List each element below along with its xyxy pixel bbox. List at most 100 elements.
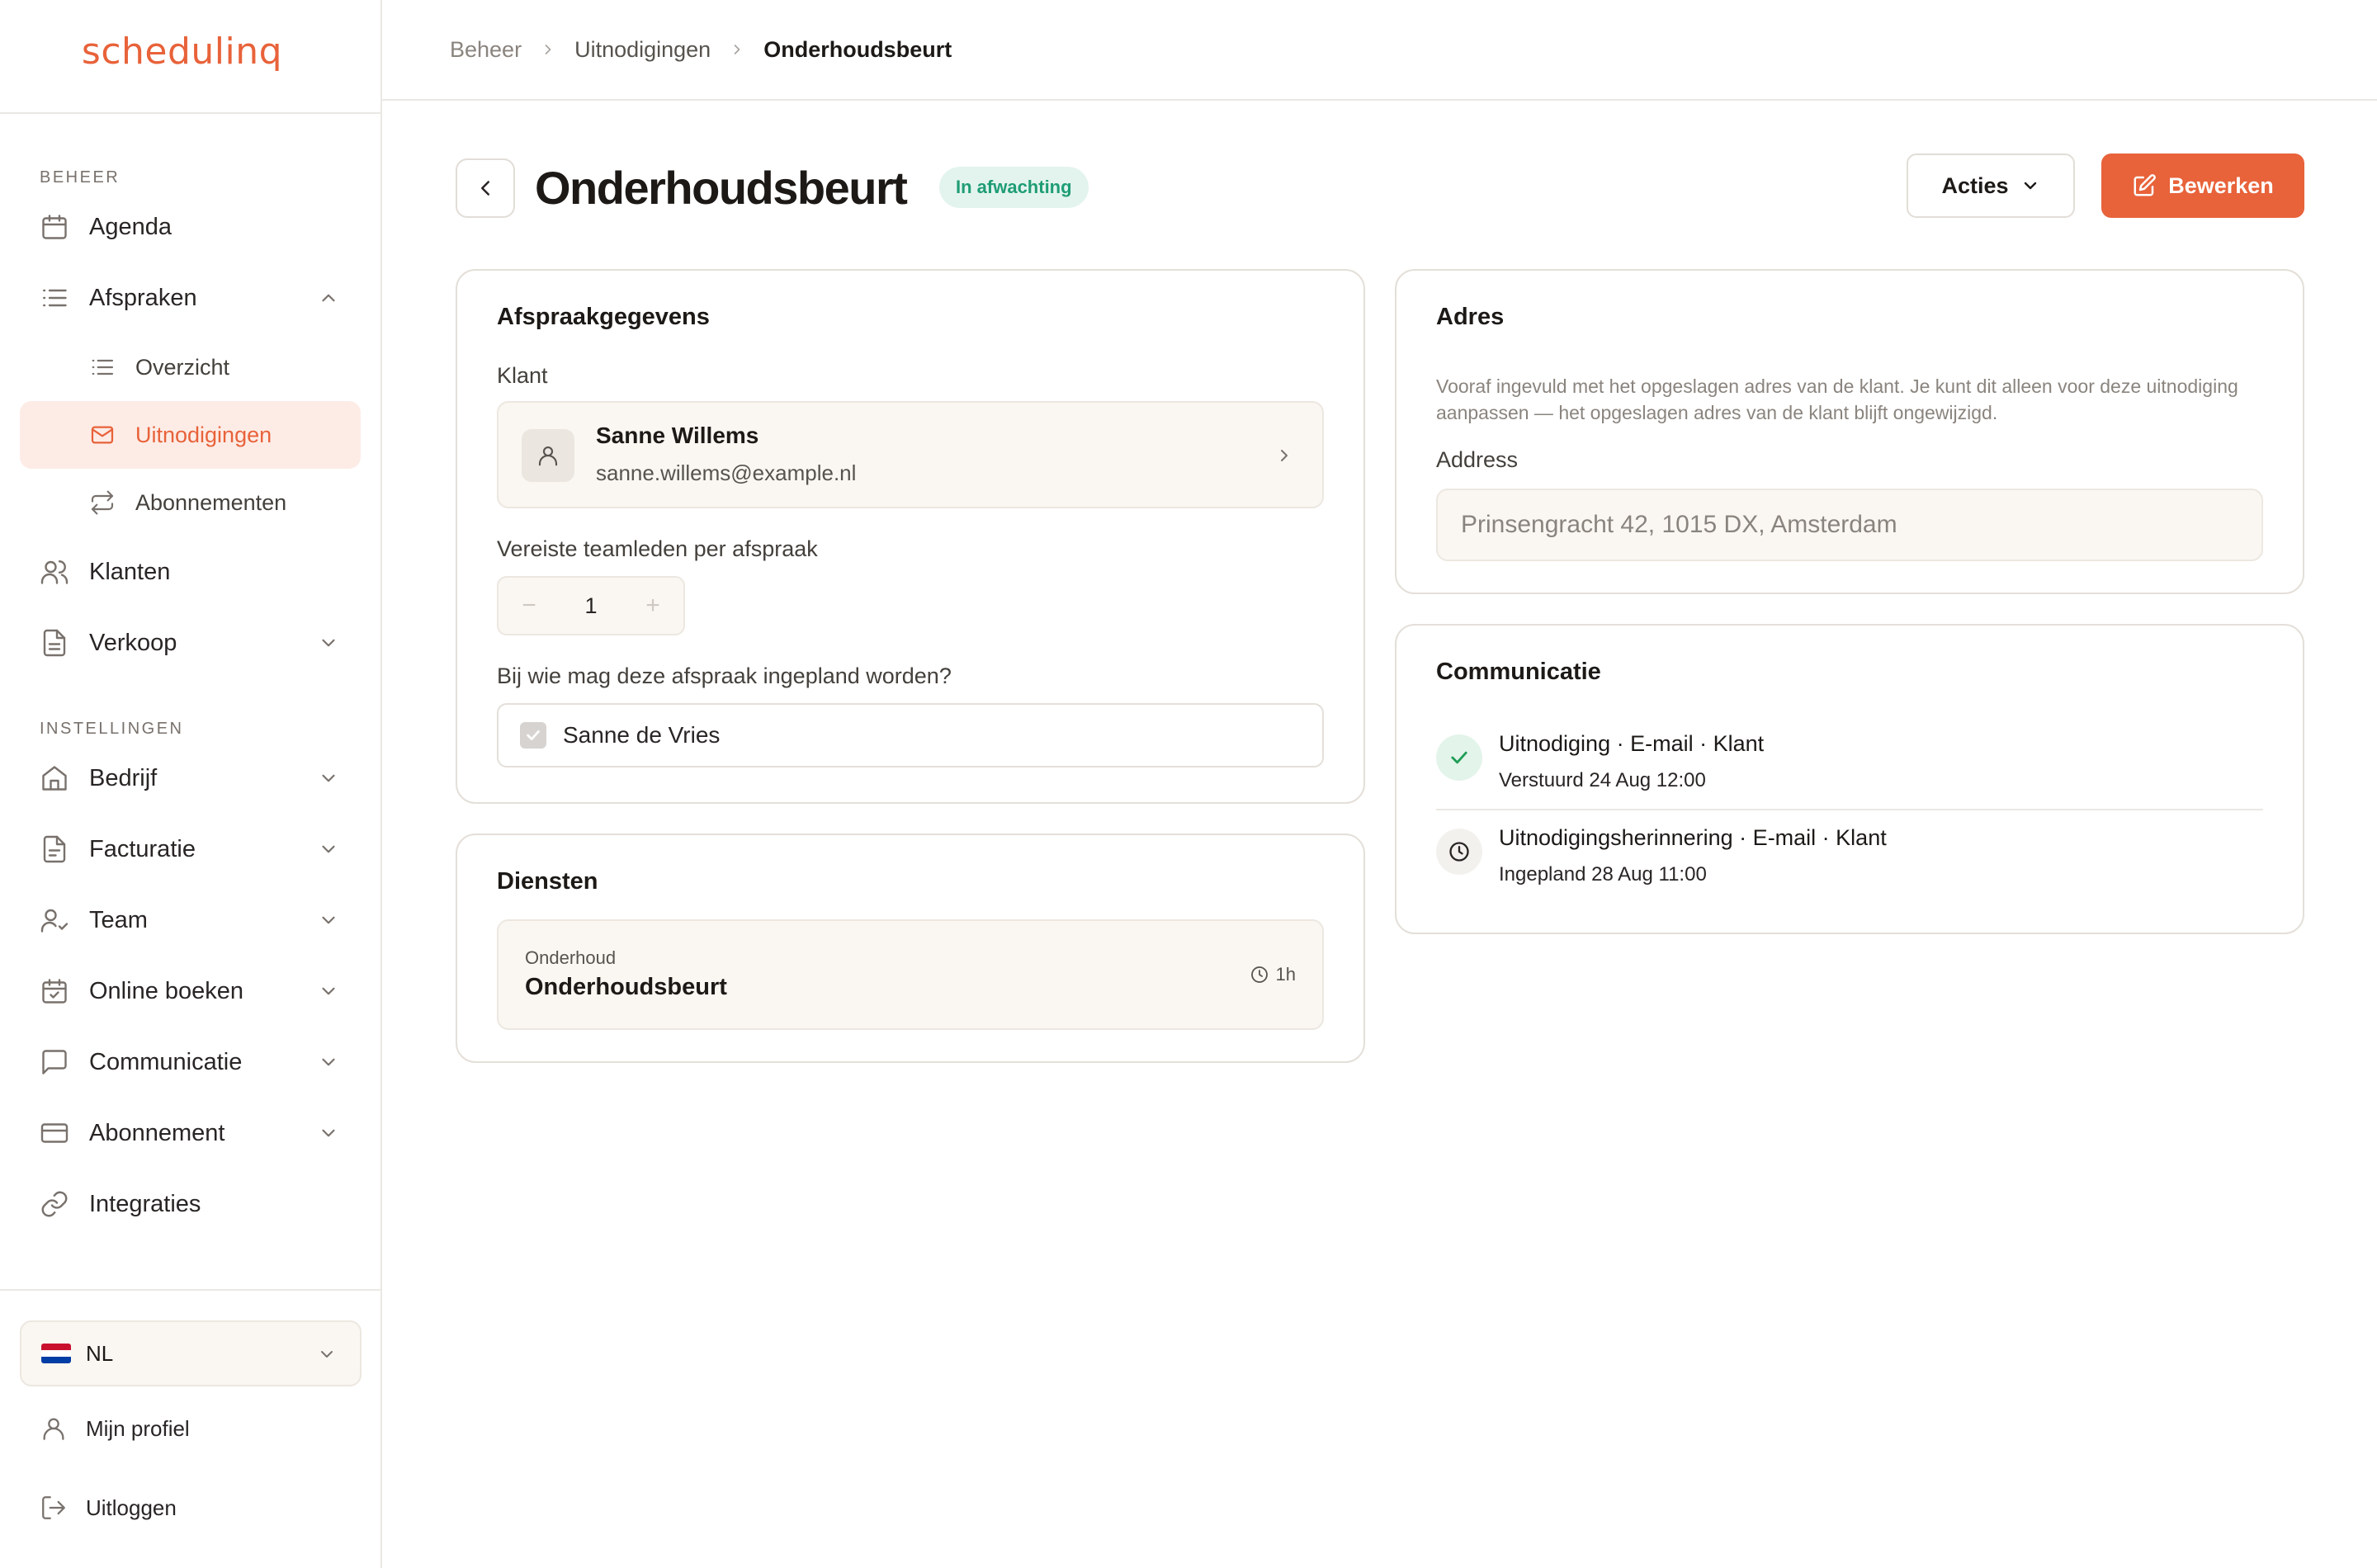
communication-status: Ingepland 28 Aug 11:00 bbox=[1499, 863, 1707, 886]
sidebar-item-afspraken[interactable]: Afspraken bbox=[0, 262, 380, 333]
language-select[interactable]: NL bbox=[20, 1320, 362, 1386]
sidebar-footer: NL Mijn profiel Uitloggen bbox=[0, 1289, 380, 1568]
clock-icon bbox=[1250, 966, 1268, 983]
appointment-details-card: Afspraakgegevens Klant Sanne Willems san… bbox=[456, 269, 1365, 804]
invoice-icon bbox=[43, 835, 66, 863]
language-value: NL bbox=[86, 1340, 114, 1366]
sidebar-item-agenda[interactable]: Agenda bbox=[0, 191, 380, 262]
card-title: Afspraakgegevens bbox=[497, 304, 710, 330]
chevron-down-icon bbox=[321, 1351, 333, 1358]
sidebar-item-label: Verkoop bbox=[89, 629, 177, 656]
address-label: Address bbox=[1436, 447, 1519, 472]
back-button[interactable] bbox=[456, 158, 515, 218]
check-circle-icon bbox=[1436, 734, 1482, 781]
sidebar-item-label: Team bbox=[89, 906, 148, 933]
sidebar-subitem-abonnementen[interactable]: Abonnementen bbox=[20, 469, 361, 536]
team-member-option: Sanne de Vries bbox=[497, 703, 1324, 767]
actions-label: Acties bbox=[1941, 172, 2009, 198]
sidebar-item-team[interactable]: Team bbox=[0, 885, 380, 956]
team-count-value: 1 bbox=[584, 593, 598, 618]
sidebar-item-communicatie[interactable]: Communicatie bbox=[0, 1027, 380, 1098]
sidebar-item-online-boeken[interactable]: Online boeken bbox=[0, 956, 380, 1027]
logout-link[interactable]: Uitloggen bbox=[40, 1494, 177, 1522]
chevron-right-icon bbox=[545, 45, 551, 54]
list-icon bbox=[43, 289, 67, 307]
team-count-label: Vereiste teamleden per afspraak bbox=[497, 536, 818, 561]
card-title: Communicatie bbox=[1436, 659, 1601, 685]
user-icon bbox=[538, 446, 558, 466]
sidebar-item-klanten[interactable]: Klanten bbox=[0, 536, 380, 607]
chevron-down-icon bbox=[322, 987, 335, 995]
member-checkbox[interactable] bbox=[520, 722, 546, 749]
user-check-icon bbox=[40, 909, 69, 933]
sidebar-item-label: Communicatie bbox=[89, 1048, 243, 1075]
service-duration: 1h bbox=[1250, 964, 1296, 985]
sidebar-item-label: Abonnement bbox=[89, 1119, 225, 1146]
sidebar-item-label: Uitnodigingen bbox=[135, 422, 272, 447]
logo-area: schedulinq bbox=[0, 0, 380, 114]
member-name: Sanne de Vries bbox=[563, 722, 721, 748]
calendar-icon bbox=[42, 215, 67, 239]
sidebar-item-verkoop[interactable]: Verkoop bbox=[0, 607, 380, 678]
address-input[interactable] bbox=[1436, 489, 2263, 561]
profile-link[interactable]: Mijn profiel bbox=[40, 1415, 190, 1443]
profile-label: Mijn profiel bbox=[86, 1415, 190, 1441]
edit-button[interactable]: Bewerken bbox=[2101, 153, 2304, 218]
chevron-down-icon bbox=[322, 774, 335, 782]
edit-icon bbox=[2134, 174, 2157, 196]
chevron-down-icon bbox=[322, 1129, 335, 1137]
communication-title: Uitnodigingsherinnering · E-mail · Klant bbox=[1499, 825, 1887, 850]
page-header: Onderhoudsbeurt In afwachting Acties Bew… bbox=[456, 153, 2304, 220]
check-icon bbox=[527, 730, 540, 740]
team-count-stepper: − 1 + bbox=[497, 576, 685, 635]
page-title: Onderhoudsbeurt bbox=[535, 162, 908, 214]
service-category: Onderhoud bbox=[525, 947, 617, 968]
link-icon bbox=[41, 1191, 68, 1217]
users-icon bbox=[40, 560, 69, 584]
user-icon bbox=[43, 1418, 64, 1440]
sidebar-subitem-uitnodigingen[interactable]: Uitnodigingen bbox=[20, 401, 361, 469]
breadcrumb-item-beheer[interactable]: Beheer bbox=[450, 37, 522, 63]
communication-item[interactable]: Uitnodiging · E-mail · Klant Verstuurd 2… bbox=[1436, 728, 2263, 810]
communication-title: Uitnodiging · E-mail · Klant bbox=[1499, 731, 1765, 756]
sidebar-item-label: Afspraken bbox=[89, 284, 197, 311]
sidebar-item-facturatie[interactable]: Facturatie bbox=[0, 814, 380, 885]
app-logo[interactable]: schedulinq bbox=[82, 31, 282, 73]
sidebar-subitem-overzicht[interactable]: Overzicht bbox=[20, 333, 361, 401]
sidebar-item-label: Online boeken bbox=[89, 977, 244, 1004]
service-name: Onderhoudsbeurt bbox=[525, 974, 727, 1000]
sidebar-item-bedrijf[interactable]: Bedrijf bbox=[0, 743, 380, 814]
sidebar-item-label: Integraties bbox=[89, 1190, 201, 1217]
decrement-button[interactable]: − bbox=[517, 592, 541, 620]
client-card[interactable]: Sanne Willems sanne.willems@example.nl bbox=[497, 401, 1324, 508]
chevron-down-icon bbox=[322, 916, 335, 924]
sidebar-item-integraties[interactable]: Integraties bbox=[0, 1169, 380, 1240]
chevron-down-icon bbox=[322, 845, 335, 853]
increment-button[interactable]: + bbox=[640, 592, 665, 620]
message-icon bbox=[42, 1050, 67, 1074]
status-badge: In afwachting bbox=[939, 167, 1089, 208]
communication-card: Communicatie Uitnodiging · E-mail · Klan… bbox=[1395, 624, 2304, 934]
address-help-text: Vooraf ingevuld met het opgeslagen adres… bbox=[1436, 375, 2238, 423]
credit-card-icon bbox=[40, 1123, 69, 1143]
communication-status: Verstuurd 24 Aug 12:00 bbox=[1499, 769, 1706, 791]
sidebar-item-abonnement[interactable]: Abonnement bbox=[0, 1098, 380, 1169]
chevron-right-icon bbox=[734, 45, 740, 54]
document-icon bbox=[43, 629, 66, 657]
address-card: Adres Vooraf ingevuld met het opgeslagen… bbox=[1395, 269, 2304, 594]
list-icon bbox=[92, 359, 114, 375]
service-item[interactable]: Onderhoud Onderhoudsbeurt 1h bbox=[497, 919, 1324, 1030]
client-email: sanne.willems@example.nl bbox=[596, 460, 857, 485]
mail-icon bbox=[91, 426, 114, 444]
sidebar: schedulinq BEHEER Agenda Afspraken Overz… bbox=[0, 0, 382, 1568]
card-title: Adres bbox=[1436, 304, 1505, 330]
communication-item[interactable]: Uitnodigingsherinnering · E-mail · Klant… bbox=[1436, 822, 2263, 904]
breadcrumb: Beheer Uitnodigingen Onderhoudsbeurt bbox=[382, 0, 2377, 101]
actions-dropdown-button[interactable]: Acties bbox=[1907, 153, 2075, 218]
chevron-down-icon bbox=[322, 639, 335, 647]
breadcrumb-item-uitnodigingen[interactable]: Uitnodigingen bbox=[574, 37, 711, 63]
repeat-icon bbox=[91, 490, 114, 515]
duration-text: 1h bbox=[1275, 964, 1296, 985]
sidebar-item-label: Agenda bbox=[89, 213, 172, 240]
client-label: Klant bbox=[497, 363, 548, 388]
